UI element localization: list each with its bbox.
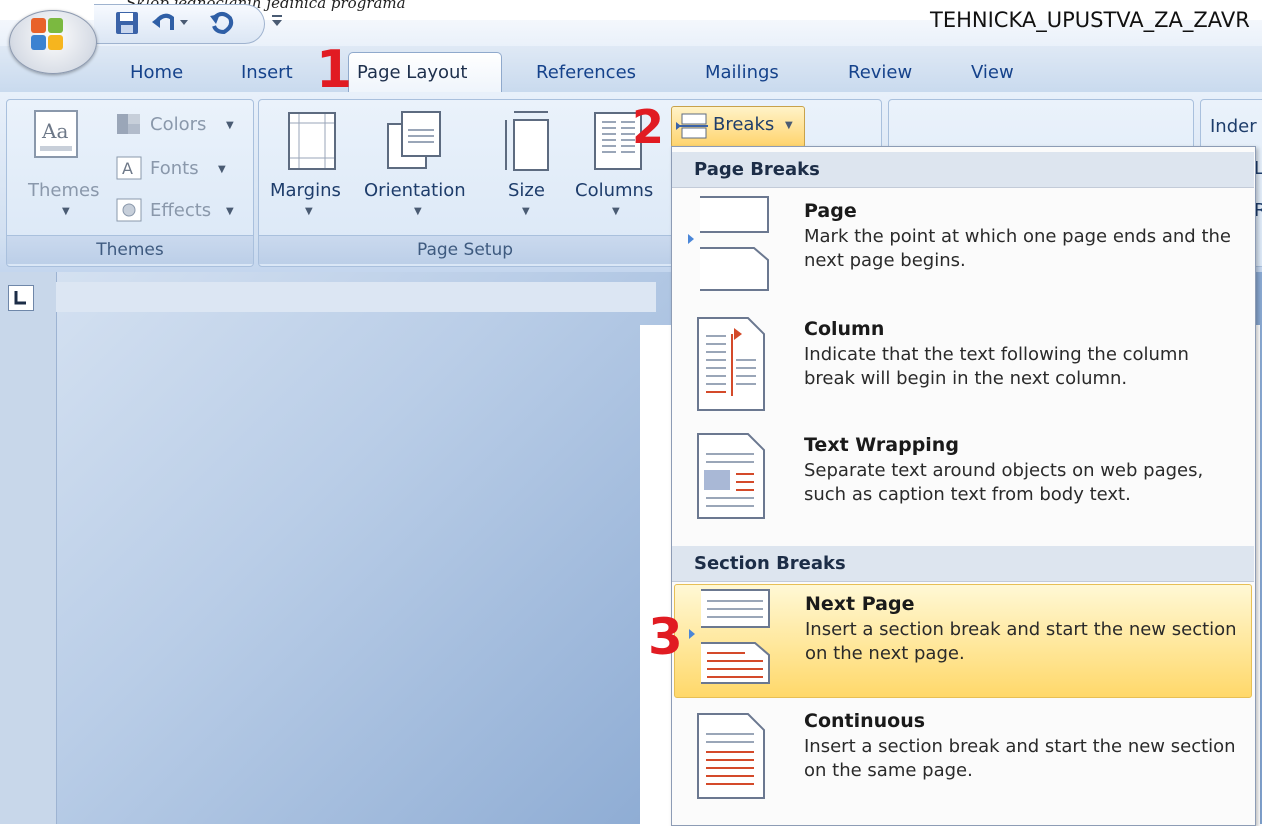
- document-title: TEHNICKA_UPUSTVA_ZA_ZAVR: [930, 8, 1250, 32]
- fonts-button[interactable]: Fonts: [150, 158, 199, 179]
- menu-item-text-wrapping[interactable]: Text Wrapping Separate text around objec…: [674, 426, 1250, 538]
- orientation-icon[interactable]: [386, 110, 442, 170]
- margins-caret: ▼: [305, 206, 313, 217]
- tab-view[interactable]: View: [971, 62, 1014, 83]
- horizontal-ruler: [56, 282, 656, 312]
- next-page-break-icon: [701, 589, 770, 684]
- tab-references[interactable]: References: [536, 62, 636, 83]
- menu-item-title: Continuous: [804, 710, 926, 732]
- save-icon[interactable]: [114, 10, 140, 36]
- menu-item-title: Text Wrapping: [804, 434, 959, 456]
- svg-text:Aa: Aa: [41, 119, 68, 143]
- section-breaks-header: Section Breaks: [672, 546, 1254, 582]
- page-break-icon: [700, 196, 769, 291]
- menu-item-description: Indicate that the text following the col…: [804, 344, 1189, 389]
- breaks-caret: ▼: [785, 120, 793, 131]
- orientation-caret: ▼: [414, 206, 422, 217]
- effects-caret: ▼: [226, 206, 234, 217]
- columns-caret: ▼: [612, 206, 620, 217]
- orientation-button[interactable]: Orientation: [364, 180, 466, 201]
- page-setup-group-label: Page Setup: [259, 235, 671, 264]
- redo-icon[interactable]: [206, 8, 238, 36]
- undo-icon[interactable]: [150, 8, 190, 36]
- tab-selector[interactable]: [8, 285, 34, 311]
- svg-text:A: A: [122, 159, 133, 178]
- menu-item-description: Separate text around objects on web page…: [804, 460, 1204, 505]
- annotation-step-2: 2: [632, 100, 665, 154]
- tab-home[interactable]: Home: [130, 62, 183, 83]
- effects-icon: [116, 198, 142, 222]
- tab-review[interactable]: Review: [848, 62, 912, 83]
- column-break-icon: [697, 317, 765, 411]
- tab-insert[interactable]: Insert: [241, 62, 293, 83]
- themes-icon[interactable]: Aa: [34, 110, 78, 158]
- colors-icon: [117, 114, 140, 134]
- breaks-icon: [676, 113, 708, 139]
- size-button[interactable]: Size: [508, 180, 545, 201]
- menu-item-continuous[interactable]: Continuous Insert a section break and st…: [674, 702, 1250, 814]
- vertical-ruler: [0, 272, 57, 824]
- menu-item-description: Mark the point at which one page ends an…: [804, 226, 1231, 271]
- menu-item-column[interactable]: Column Indicate that the text following …: [674, 310, 1250, 422]
- indent-label-cut: Inder: [1210, 116, 1257, 137]
- columns-button[interactable]: Columns: [575, 180, 653, 201]
- margins-button[interactable]: Margins: [270, 180, 341, 201]
- menu-item-title: Column: [804, 318, 885, 340]
- menu-item-page[interactable]: Page Mark the point at which one page en…: [674, 192, 1250, 304]
- effects-button[interactable]: Effects: [150, 200, 211, 221]
- fonts-caret: ▼: [218, 164, 226, 175]
- themes-group-label: Themes: [7, 235, 253, 264]
- tab-mailings[interactable]: Mailings: [705, 62, 779, 83]
- page-breaks-header: Page Breaks: [672, 152, 1254, 188]
- menu-item-next-page[interactable]: Next Page Insert a section break and sta…: [674, 584, 1252, 698]
- menu-item-title: Page: [804, 200, 857, 222]
- menu-item-description: Insert a section break and start the new…: [804, 736, 1236, 781]
- text-wrapping-icon: [697, 433, 765, 519]
- colors-button[interactable]: Colors: [150, 114, 206, 135]
- fonts-icon: A: [116, 156, 142, 180]
- menu-item-description: Insert a section break and start the new…: [805, 619, 1237, 664]
- margins-icon[interactable]: [288, 112, 336, 170]
- customize-qat-icon[interactable]: [270, 12, 284, 28]
- size-caret: ▼: [522, 206, 530, 217]
- breaks-button-label[interactable]: Breaks: [713, 114, 774, 135]
- annotation-step-1: 1: [316, 40, 353, 100]
- office-logo-icon: [31, 18, 63, 50]
- themes-dropdown-caret: ▼: [62, 206, 70, 217]
- size-icon[interactable]: [500, 108, 552, 172]
- tab-page-layout[interactable]: Page Layout: [357, 62, 468, 83]
- annotation-step-3: 3: [648, 608, 683, 666]
- themes-button-label[interactable]: Themes: [28, 180, 99, 201]
- colors-caret: ▼: [226, 120, 234, 131]
- menu-item-title: Next Page: [805, 593, 915, 615]
- continuous-break-icon: [697, 713, 765, 799]
